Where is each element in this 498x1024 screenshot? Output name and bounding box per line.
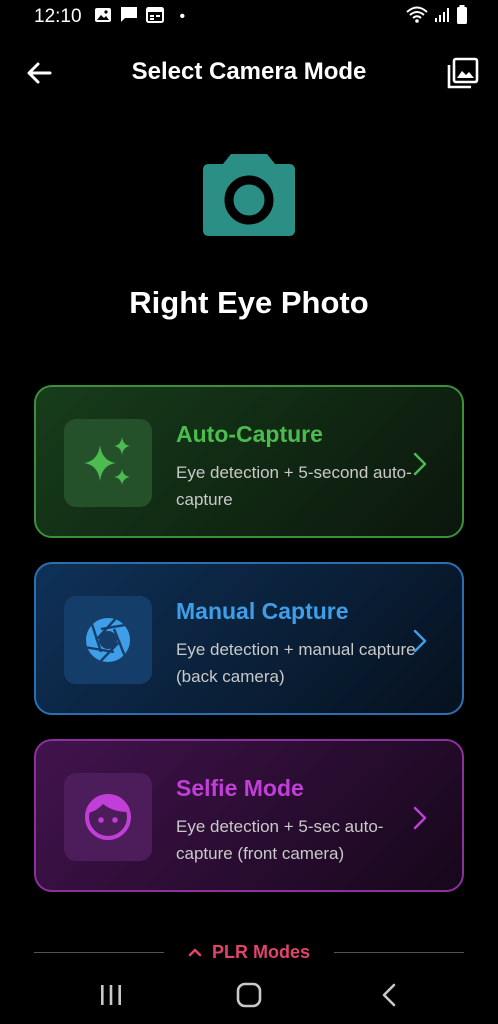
app-title: Select Camera Mode [131, 58, 367, 85]
selfie-mode-card[interactable]: Selfie Mode Eye detection + 5-sec auto-c… [34, 739, 464, 892]
app-bar: Select Camera Mode [0, 44, 498, 104]
chevron-right-icon [413, 629, 427, 653]
selfie-mode-title: Selfie Mode [176, 775, 304, 801]
home-button[interactable] [229, 980, 269, 1010]
back-nav-button[interactable] [369, 980, 409, 1010]
auto-capture-icon-box [64, 419, 152, 507]
chevron-right-icon [413, 806, 427, 830]
face-icon [85, 794, 131, 840]
calendar-notification-icon [145, 6, 164, 28]
status-right [406, 4, 468, 30]
camera-icon [201, 152, 297, 238]
status-bar: 12:10 • [0, 0, 498, 34]
sparkles-icon [84, 437, 130, 485]
auto-capture-title: Auto-Capture [176, 421, 323, 447]
divider-right [334, 951, 465, 953]
camera-shutter-icon [86, 618, 130, 662]
page-title: Right Eye Photo [129, 285, 369, 320]
manual-capture-description: Eye detection + manual capture (back cam… [176, 640, 416, 686]
manual-capture-card[interactable]: Manual Capture Eye detection + manual ca… [34, 562, 464, 715]
battery-icon [456, 4, 468, 30]
divider-left [34, 951, 164, 953]
plr-modes-label: PLR Modes [212, 941, 311, 962]
selfie-mode-icon-box [64, 773, 152, 861]
chevron-up-icon [188, 948, 202, 957]
status-left: 12:10 • [34, 6, 185, 28]
plr-modes-row: PLR Modes [34, 938, 465, 966]
status-dot: • [179, 8, 186, 25]
wifi-icon [406, 6, 428, 29]
manual-capture-title: Manual Capture [176, 598, 349, 624]
auto-capture-description: Eye detection + 5-second auto-capture [176, 463, 412, 509]
back-icon [382, 983, 396, 1007]
recent-apps-icon [101, 985, 121, 1005]
selfie-mode-description: Eye detection + 5-sec auto-capture (fron… [176, 817, 384, 863]
gallery-icon [447, 57, 479, 89]
home-icon [236, 982, 262, 1008]
image-notification-icon [94, 7, 112, 28]
auto-capture-card[interactable]: Auto-Capture Eye detection + 5-second au… [34, 385, 464, 538]
plr-modes-toggle[interactable]: PLR Modes [164, 942, 334, 963]
message-notification-icon [120, 6, 138, 28]
chevron-right-icon [413, 452, 427, 476]
recent-apps-button[interactable] [91, 980, 131, 1010]
status-time: 12:10 [34, 6, 82, 27]
signal-icon [434, 7, 450, 28]
gallery-button[interactable] [446, 56, 480, 90]
navigation-bar [0, 966, 498, 1024]
manual-capture-icon-box [64, 596, 152, 684]
